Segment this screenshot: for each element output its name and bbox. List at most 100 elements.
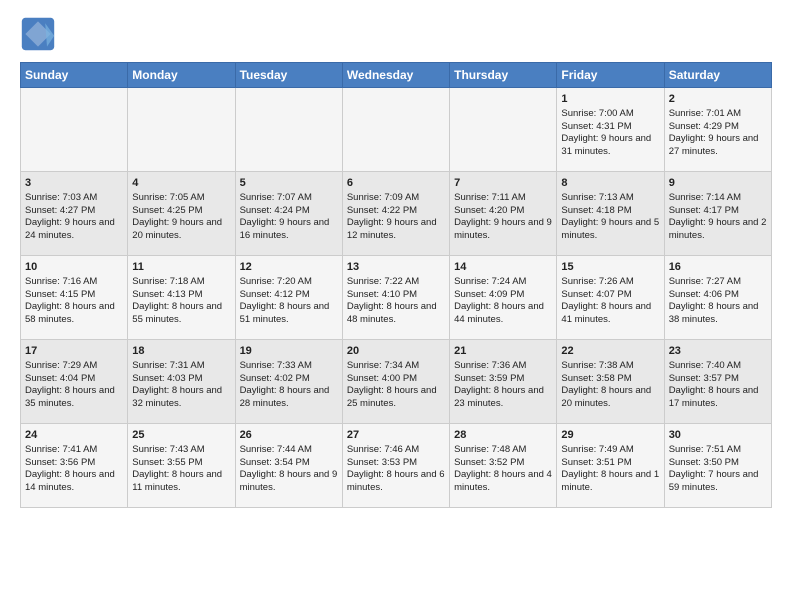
calendar-cell — [21, 88, 128, 172]
cell-info: Daylight: 8 hours and 14 minutes. — [25, 469, 123, 495]
cell-info: Sunrise: 7:48 AM — [454, 444, 552, 457]
calendar-cell: 6Sunrise: 7:09 AMSunset: 4:22 PMDaylight… — [342, 172, 449, 256]
cell-info: Sunset: 4:25 PM — [132, 205, 230, 218]
cell-info: Sunset: 3:54 PM — [240, 457, 338, 470]
cell-info: Sunset: 3:51 PM — [561, 457, 659, 470]
cell-info: Daylight: 9 hours and 12 minutes. — [347, 217, 445, 243]
cell-info: Sunset: 4:00 PM — [347, 373, 445, 386]
logo-icon — [20, 16, 56, 52]
cell-info: Sunset: 4:20 PM — [454, 205, 552, 218]
cell-info: Daylight: 8 hours and 1 minute. — [561, 469, 659, 495]
cell-info: Daylight: 9 hours and 5 minutes. — [561, 217, 659, 243]
calendar-cell — [450, 88, 557, 172]
cell-info: Sunset: 4:04 PM — [25, 373, 123, 386]
cell-info: Daylight: 9 hours and 24 minutes. — [25, 217, 123, 243]
day-number: 28 — [454, 428, 552, 443]
day-number: 24 — [25, 428, 123, 443]
calendar-cell: 13Sunrise: 7:22 AMSunset: 4:10 PMDayligh… — [342, 256, 449, 340]
calendar-table: SundayMondayTuesdayWednesdayThursdayFrid… — [20, 62, 772, 508]
day-number: 29 — [561, 428, 659, 443]
logo — [20, 16, 62, 52]
cell-info: Daylight: 9 hours and 31 minutes. — [561, 133, 659, 159]
day-number: 22 — [561, 344, 659, 359]
day-number: 4 — [132, 176, 230, 191]
cell-info: Daylight: 8 hours and 32 minutes. — [132, 385, 230, 411]
cell-info: Sunset: 3:53 PM — [347, 457, 445, 470]
day-number: 23 — [669, 344, 767, 359]
day-number: 8 — [561, 176, 659, 191]
day-number: 16 — [669, 260, 767, 275]
week-row-4: 17Sunrise: 7:29 AMSunset: 4:04 PMDayligh… — [21, 340, 772, 424]
cell-info: Sunset: 4:18 PM — [561, 205, 659, 218]
calendar-cell: 30Sunrise: 7:51 AMSunset: 3:50 PMDayligh… — [664, 424, 771, 508]
cell-info: Sunset: 4:27 PM — [25, 205, 123, 218]
calendar-cell: 27Sunrise: 7:46 AMSunset: 3:53 PMDayligh… — [342, 424, 449, 508]
cell-info: Daylight: 8 hours and 20 minutes. — [561, 385, 659, 411]
calendar-cell: 3Sunrise: 7:03 AMSunset: 4:27 PMDaylight… — [21, 172, 128, 256]
calendar-cell: 12Sunrise: 7:20 AMSunset: 4:12 PMDayligh… — [235, 256, 342, 340]
day-number: 1 — [561, 92, 659, 107]
calendar-cell: 16Sunrise: 7:27 AMSunset: 4:06 PMDayligh… — [664, 256, 771, 340]
calendar-cell: 10Sunrise: 7:16 AMSunset: 4:15 PMDayligh… — [21, 256, 128, 340]
calendar-cell: 19Sunrise: 7:33 AMSunset: 4:02 PMDayligh… — [235, 340, 342, 424]
cell-info: Sunset: 4:09 PM — [454, 289, 552, 302]
cell-info: Sunset: 3:50 PM — [669, 457, 767, 470]
cell-info: Daylight: 9 hours and 9 minutes. — [454, 217, 552, 243]
header-row: SundayMondayTuesdayWednesdayThursdayFrid… — [21, 63, 772, 88]
cell-info: Sunset: 4:31 PM — [561, 121, 659, 134]
day-number: 21 — [454, 344, 552, 359]
cell-info: Sunrise: 7:20 AM — [240, 276, 338, 289]
cell-info: Sunset: 4:15 PM — [25, 289, 123, 302]
calendar-cell: 2Sunrise: 7:01 AMSunset: 4:29 PMDaylight… — [664, 88, 771, 172]
cell-info: Sunrise: 7:31 AM — [132, 360, 230, 373]
calendar-cell: 7Sunrise: 7:11 AMSunset: 4:20 PMDaylight… — [450, 172, 557, 256]
day-number: 27 — [347, 428, 445, 443]
day-number: 12 — [240, 260, 338, 275]
cell-info: Sunrise: 7:07 AM — [240, 192, 338, 205]
cell-info: Daylight: 8 hours and 9 minutes. — [240, 469, 338, 495]
cell-info: Daylight: 8 hours and 58 minutes. — [25, 301, 123, 327]
cell-info: Sunrise: 7:03 AM — [25, 192, 123, 205]
cell-info: Sunrise: 7:14 AM — [669, 192, 767, 205]
day-header-friday: Friday — [557, 63, 664, 88]
calendar-cell: 24Sunrise: 7:41 AMSunset: 3:56 PMDayligh… — [21, 424, 128, 508]
calendar-cell — [342, 88, 449, 172]
cell-info: Sunset: 4:02 PM — [240, 373, 338, 386]
cell-info: Sunset: 4:03 PM — [132, 373, 230, 386]
calendar-cell — [235, 88, 342, 172]
cell-info: Daylight: 8 hours and 51 minutes. — [240, 301, 338, 327]
week-row-2: 3Sunrise: 7:03 AMSunset: 4:27 PMDaylight… — [21, 172, 772, 256]
day-number: 26 — [240, 428, 338, 443]
cell-info: Daylight: 8 hours and 48 minutes. — [347, 301, 445, 327]
cell-info: Sunset: 4:12 PM — [240, 289, 338, 302]
calendar-cell: 20Sunrise: 7:34 AMSunset: 4:00 PMDayligh… — [342, 340, 449, 424]
cell-info: Sunrise: 7:22 AM — [347, 276, 445, 289]
day-number: 19 — [240, 344, 338, 359]
cell-info: Sunset: 3:58 PM — [561, 373, 659, 386]
cell-info: Daylight: 8 hours and 23 minutes. — [454, 385, 552, 411]
page: SundayMondayTuesdayWednesdayThursdayFrid… — [0, 0, 792, 518]
cell-info: Sunrise: 7:38 AM — [561, 360, 659, 373]
day-number: 11 — [132, 260, 230, 275]
cell-info: Sunrise: 7:27 AM — [669, 276, 767, 289]
day-header-saturday: Saturday — [664, 63, 771, 88]
cell-info: Daylight: 8 hours and 55 minutes. — [132, 301, 230, 327]
cell-info: Sunset: 4:06 PM — [669, 289, 767, 302]
cell-info: Daylight: 7 hours and 59 minutes. — [669, 469, 767, 495]
cell-info: Sunset: 4:29 PM — [669, 121, 767, 134]
calendar-cell: 9Sunrise: 7:14 AMSunset: 4:17 PMDaylight… — [664, 172, 771, 256]
calendar-cell: 8Sunrise: 7:13 AMSunset: 4:18 PMDaylight… — [557, 172, 664, 256]
calendar-cell: 5Sunrise: 7:07 AMSunset: 4:24 PMDaylight… — [235, 172, 342, 256]
day-number: 25 — [132, 428, 230, 443]
cell-info: Sunset: 3:56 PM — [25, 457, 123, 470]
cell-info: Sunrise: 7:13 AM — [561, 192, 659, 205]
day-number: 7 — [454, 176, 552, 191]
cell-info: Sunrise: 7:24 AM — [454, 276, 552, 289]
cell-info: Sunrise: 7:49 AM — [561, 444, 659, 457]
cell-info: Sunset: 3:55 PM — [132, 457, 230, 470]
day-number: 10 — [25, 260, 123, 275]
day-header-thursday: Thursday — [450, 63, 557, 88]
day-number: 20 — [347, 344, 445, 359]
day-header-tuesday: Tuesday — [235, 63, 342, 88]
cell-info: Daylight: 8 hours and 4 minutes. — [454, 469, 552, 495]
